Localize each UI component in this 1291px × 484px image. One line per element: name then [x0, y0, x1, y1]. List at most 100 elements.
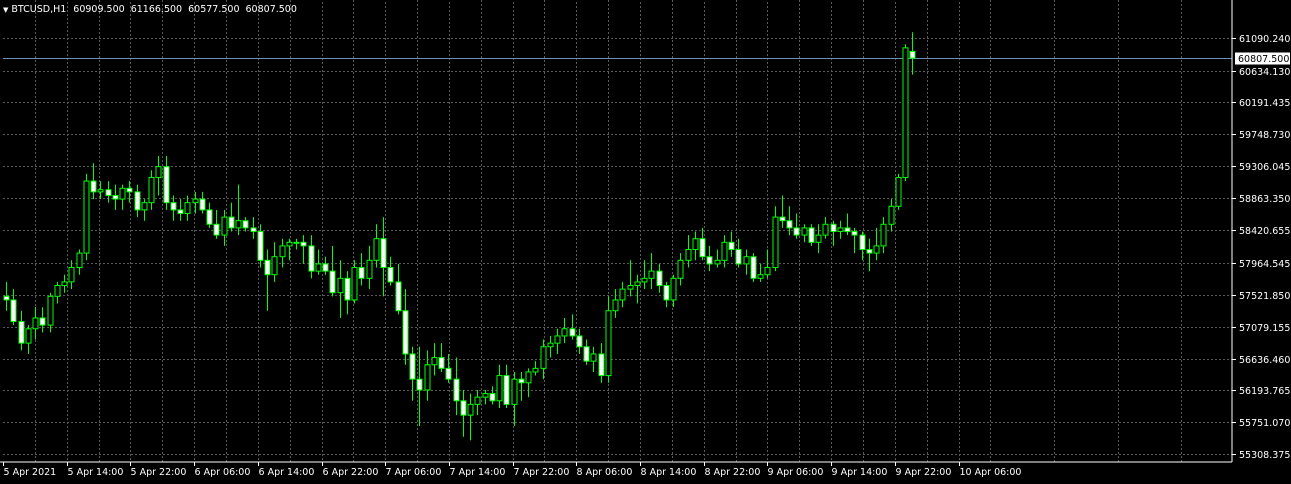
- price-axis-label: 56636.460: [1239, 355, 1290, 366]
- candle-bear: [199, 198, 206, 211]
- candle-bull: [605, 310, 612, 377]
- candle-bull: [337, 277, 344, 294]
- candle-bull: [431, 357, 438, 366]
- candle-bear: [18, 321, 25, 344]
- candle-bull: [888, 205, 895, 225]
- candle-bear: [170, 202, 177, 211]
- price-axis-label: 56193.765: [1239, 386, 1290, 397]
- candle-bear: [409, 353, 416, 380]
- candle-bear: [786, 220, 793, 229]
- candle-bear: [866, 249, 873, 254]
- candle-bull: [721, 241, 728, 261]
- candle-bear: [3, 295, 10, 301]
- candle-bull: [467, 403, 474, 416]
- candle-bear: [126, 187, 133, 193]
- candle-bull: [511, 378, 518, 405]
- candle-bull: [670, 277, 677, 301]
- candle-bull: [97, 189, 104, 193]
- time-axis-label: 7 Apr 22:00: [514, 467, 570, 478]
- open-value: 60909.500: [73, 4, 125, 15]
- price-axis-label: 59748.730: [1239, 130, 1290, 141]
- candle-bear: [583, 346, 590, 362]
- time-axis-label: 10 Apr 06:00: [960, 467, 1022, 478]
- candle-bear: [90, 180, 97, 193]
- high-value: 61166.500: [130, 4, 183, 15]
- candle-bull: [286, 241, 293, 247]
- candle-bull: [184, 202, 191, 214]
- candle-bear: [793, 227, 800, 236]
- time-axis-label: 6 Apr 22:00: [323, 467, 379, 478]
- candle-bull: [627, 285, 634, 290]
- candle-bear: [518, 378, 525, 384]
- chart-header: ▼ BTCUSD,H1 60909.500 61166.500 60577.50…: [3, 3, 300, 17]
- candle-bear: [445, 367, 452, 380]
- price-axis-label: 58420.655: [1239, 226, 1290, 237]
- candle-bull: [315, 263, 322, 272]
- candle-bear: [735, 249, 742, 265]
- candle-bull: [634, 281, 641, 287]
- candle-bear: [909, 50, 916, 59]
- candle-bear: [163, 166, 170, 204]
- time-axis-label: 9 Apr 06:00: [768, 467, 824, 478]
- triangle-down-icon[interactable]: ▼: [3, 3, 8, 17]
- candle-bull: [25, 328, 32, 344]
- candle-bull: [815, 234, 822, 243]
- candle-bear: [213, 223, 220, 236]
- candle-bull: [496, 375, 503, 402]
- candle-bear: [859, 234, 866, 251]
- candle-bull: [192, 198, 199, 204]
- time-axis-label: 9 Apr 14:00: [832, 467, 888, 478]
- candle-bear: [699, 238, 706, 258]
- candle-bear: [844, 227, 851, 232]
- close-value: 60807.500: [245, 4, 297, 15]
- candle-bull: [141, 202, 148, 211]
- candle-bear: [656, 270, 663, 287]
- price-axis-label: 57521.850: [1239, 291, 1290, 302]
- candle-bull: [271, 256, 278, 276]
- candle-bull: [873, 245, 880, 254]
- candle-bull: [279, 245, 286, 258]
- candle-bull: [32, 317, 39, 330]
- candle-bear: [460, 400, 467, 416]
- candle-bull: [83, 180, 90, 254]
- candle-bull: [692, 238, 699, 251]
- candle-bull: [424, 364, 431, 391]
- candle-bull: [801, 227, 808, 236]
- candle-bull: [641, 277, 648, 283]
- candle-bull: [373, 238, 380, 261]
- candle-bear: [728, 241, 735, 251]
- price-chart[interactable]: 61090.240 60634.130 60191.435 59748.730 5930…: [0, 0, 1291, 484]
- candle-bull: [880, 223, 887, 247]
- candle-bull: [54, 285, 61, 297]
- candle-bear: [344, 277, 351, 301]
- candle-bull: [351, 267, 358, 301]
- candle-bear: [308, 245, 315, 272]
- price-axis-label: 60191.435: [1239, 98, 1290, 109]
- candle-bear: [250, 227, 257, 232]
- candle-bear: [300, 241, 307, 247]
- candle-bull: [482, 393, 489, 398]
- price-axis-label: 61090.240: [1239, 34, 1290, 45]
- candle-bear: [750, 256, 757, 279]
- candle-bear: [598, 353, 605, 377]
- candle-bear: [329, 270, 336, 294]
- price-axis-label: 59306.045: [1239, 162, 1290, 173]
- time-axis-label: 9 Apr 22:00: [896, 467, 952, 478]
- candles: [3, 32, 916, 441]
- candle-bull: [648, 270, 655, 279]
- candle-bull: [221, 216, 228, 236]
- candle-bull: [590, 353, 597, 362]
- candle-bear: [569, 328, 576, 337]
- time-axis-label: 5 Apr 2021: [4, 467, 57, 478]
- time-axis-label: 5 Apr 14:00: [68, 467, 124, 478]
- candle-bear: [10, 299, 17, 323]
- candle-bull: [714, 259, 721, 265]
- time-axis-label: 8 Apr 14:00: [641, 467, 697, 478]
- grid: [3, 0, 1232, 462]
- current-price-label: 60807.500: [1238, 54, 1289, 65]
- candle-bull: [561, 328, 568, 337]
- candle-bull: [619, 288, 626, 301]
- candle-bear: [489, 393, 496, 402]
- chart-window[interactable]: 61090.240 60634.130 60191.435 59748.730 5930…: [0, 0, 1291, 484]
- candle-bear: [851, 230, 858, 236]
